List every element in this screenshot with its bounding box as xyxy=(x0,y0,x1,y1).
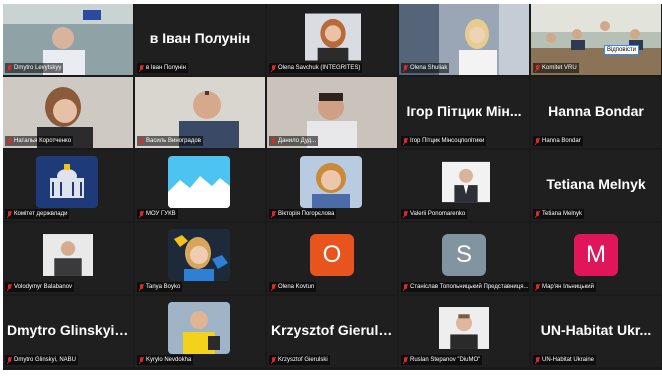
participant-name: Hanna Bondar xyxy=(533,136,583,146)
participant-tile[interactable]: Olena Savchuk (INTEGRITES) xyxy=(267,4,397,75)
participant-tile[interactable]: Василь Виноградов xyxy=(135,77,265,148)
mic-muted-icon xyxy=(403,137,408,145)
participant-tile[interactable]: Krzysztof Gierulski Krzysztof Gierulski xyxy=(267,296,397,367)
mic-muted-icon xyxy=(7,356,12,364)
participant-name: в Іван Полунін xyxy=(137,63,188,73)
participant-display-name: Hanna Bondar xyxy=(548,103,644,119)
participant-name: Ігор Пітцик Мінсоцполітики xyxy=(401,136,487,146)
participant-name: Dmytro Glinskyi, NABU xyxy=(5,355,79,365)
profile-picture xyxy=(442,161,490,203)
participant-name: Tetiana Melnyk xyxy=(533,209,585,219)
avatar-initial: M xyxy=(574,234,618,276)
participant-tile[interactable]: S Станіслав Топольницький Представниця..… xyxy=(399,223,529,294)
participant-display-name: Tetiana Melnyk xyxy=(546,176,646,192)
participant-tile[interactable]: Valerii Ponomarenko xyxy=(399,150,529,221)
participant-name: Наталья Коротченко xyxy=(5,136,74,146)
mic-muted-icon xyxy=(403,356,408,364)
mic-muted-icon xyxy=(271,210,276,218)
participant-tile[interactable]: Hanna Bondar Hanna Bondar xyxy=(531,77,661,148)
mic-muted-icon xyxy=(139,283,144,291)
participant-name: Valerii Ponomarenko xyxy=(401,209,468,219)
participant-name: Станіслав Топольницький Представниця... xyxy=(401,282,529,292)
participant-tile[interactable]: Kyrylo Nevdokha xyxy=(135,296,265,367)
participant-tile[interactable]: Ігор Пітцик Мін... Ігор Пітцик Мінсоцпол… xyxy=(399,77,529,148)
participant-name: Komitet VRU xyxy=(533,63,579,73)
participant-name: Krzysztof Gierulski xyxy=(269,355,330,365)
participant-name: Данило Дуд... xyxy=(269,136,319,146)
participant-name: UN-Habitat Ukraine xyxy=(533,355,597,365)
profile-picture xyxy=(168,302,230,354)
mic-muted-icon xyxy=(139,64,144,72)
video-gallery: Dmytro Levytskyy в Іван Полунін в Іван П… xyxy=(3,4,662,370)
mic-muted-icon xyxy=(535,210,540,218)
participant-tile[interactable]: МОУ ГУКВ xyxy=(135,150,265,221)
profile-picture xyxy=(300,156,362,208)
avatar-initial: S xyxy=(442,234,486,276)
mic-muted-icon xyxy=(139,356,144,364)
participant-tile[interactable]: Tanya Boyko xyxy=(135,223,265,294)
mic-muted-icon xyxy=(7,283,12,291)
mic-muted-icon xyxy=(271,283,276,291)
participant-tile[interactable]: Наталья Коротченко xyxy=(3,77,133,148)
mic-muted-icon xyxy=(403,64,408,72)
mic-muted-icon xyxy=(139,137,144,145)
participant-name: Olena Shuliak xyxy=(401,63,450,73)
profile-picture xyxy=(305,13,361,61)
participant-tile[interactable]: Dmytro Levytskyy xyxy=(3,4,133,75)
participant-display-name: Ігор Пітцик Мін... xyxy=(406,103,522,119)
participant-tile[interactable]: UN-Habitat Ukr... UN-Habitat Ukraine xyxy=(531,296,661,367)
participant-tile[interactable]: M Мар'ян Ільницький xyxy=(531,223,661,294)
mic-muted-icon xyxy=(7,64,12,72)
participant-tile[interactable]: в Іван Полунін в Іван Полунін xyxy=(135,4,265,75)
participant-name: Olena Savchuk (INTEGRITES) xyxy=(269,63,363,73)
profile-picture xyxy=(36,156,98,208)
participant-display-name: UN-Habitat Ukr... xyxy=(540,322,652,338)
mic-muted-icon xyxy=(271,356,276,364)
participant-name: Комітет держвлади xyxy=(5,209,70,219)
participant-display-name: в Іван Полунін xyxy=(149,30,251,46)
participant-name: Kyrylo Nevdokha xyxy=(137,355,194,365)
participant-tile[interactable]: Dmytro Glinskyi,... Dmytro Glinskyi, NAB… xyxy=(3,296,133,367)
profile-picture xyxy=(43,234,93,276)
participant-tile[interactable]: Volodymyr Balabanov xyxy=(3,223,133,294)
mic-muted-icon xyxy=(535,64,540,72)
participant-tile[interactable]: Ruslan Stepanov "DiuMO" xyxy=(399,296,529,367)
mic-muted-icon xyxy=(403,210,408,218)
mic-muted-icon xyxy=(535,356,540,364)
participant-name: Tanya Boyko xyxy=(137,282,183,292)
profile-picture xyxy=(439,307,489,349)
mic-muted-icon xyxy=(139,210,144,218)
mic-muted-icon xyxy=(7,137,12,145)
participant-tile[interactable]: Комітет держвлади xyxy=(3,150,133,221)
participant-name: Volodymyr Balabanov xyxy=(5,282,75,292)
participant-tile[interactable]: Вікторія Погорєлова xyxy=(267,150,397,221)
participant-name: Ruslan Stepanov "DiuMO" xyxy=(401,355,483,365)
participant-display-name: Krzysztof Gierulski xyxy=(271,322,397,338)
participant-name: Василь Виноградов xyxy=(137,136,203,146)
mic-muted-icon xyxy=(271,64,276,72)
mic-muted-icon xyxy=(535,137,540,145)
profile-picture xyxy=(168,156,230,208)
participant-display-name: Dmytro Glinskyi,... xyxy=(7,322,130,338)
mic-muted-icon xyxy=(535,283,540,291)
avatar-initial: O xyxy=(310,234,354,276)
participant-tile[interactable]: Tetiana Melnyk Tetiana Melnyk xyxy=(531,150,661,221)
participant-tile[interactable]: Данило Дуд... xyxy=(267,77,397,148)
participant-name: Olena Kovtun xyxy=(269,282,317,292)
mic-muted-icon xyxy=(271,137,276,145)
mic-muted-icon xyxy=(7,210,12,218)
participant-tile-active-speaker[interactable]: Відповісти Komitet VRU xyxy=(531,4,661,75)
mic-muted-icon xyxy=(403,283,408,291)
participant-name: Вікторія Погорєлова xyxy=(269,209,337,219)
participant-name: Мар'ян Ільницький xyxy=(533,282,596,292)
participant-tile[interactable]: O Olena Kovtun xyxy=(267,223,397,294)
participant-name: Dmytro Levytskyy xyxy=(5,63,64,73)
profile-picture xyxy=(168,229,230,281)
participant-tile[interactable]: Olena Shuliak xyxy=(399,4,529,75)
reply-button[interactable]: Відповісти xyxy=(603,45,639,55)
participant-name: МОУ ГУКВ xyxy=(137,209,178,219)
